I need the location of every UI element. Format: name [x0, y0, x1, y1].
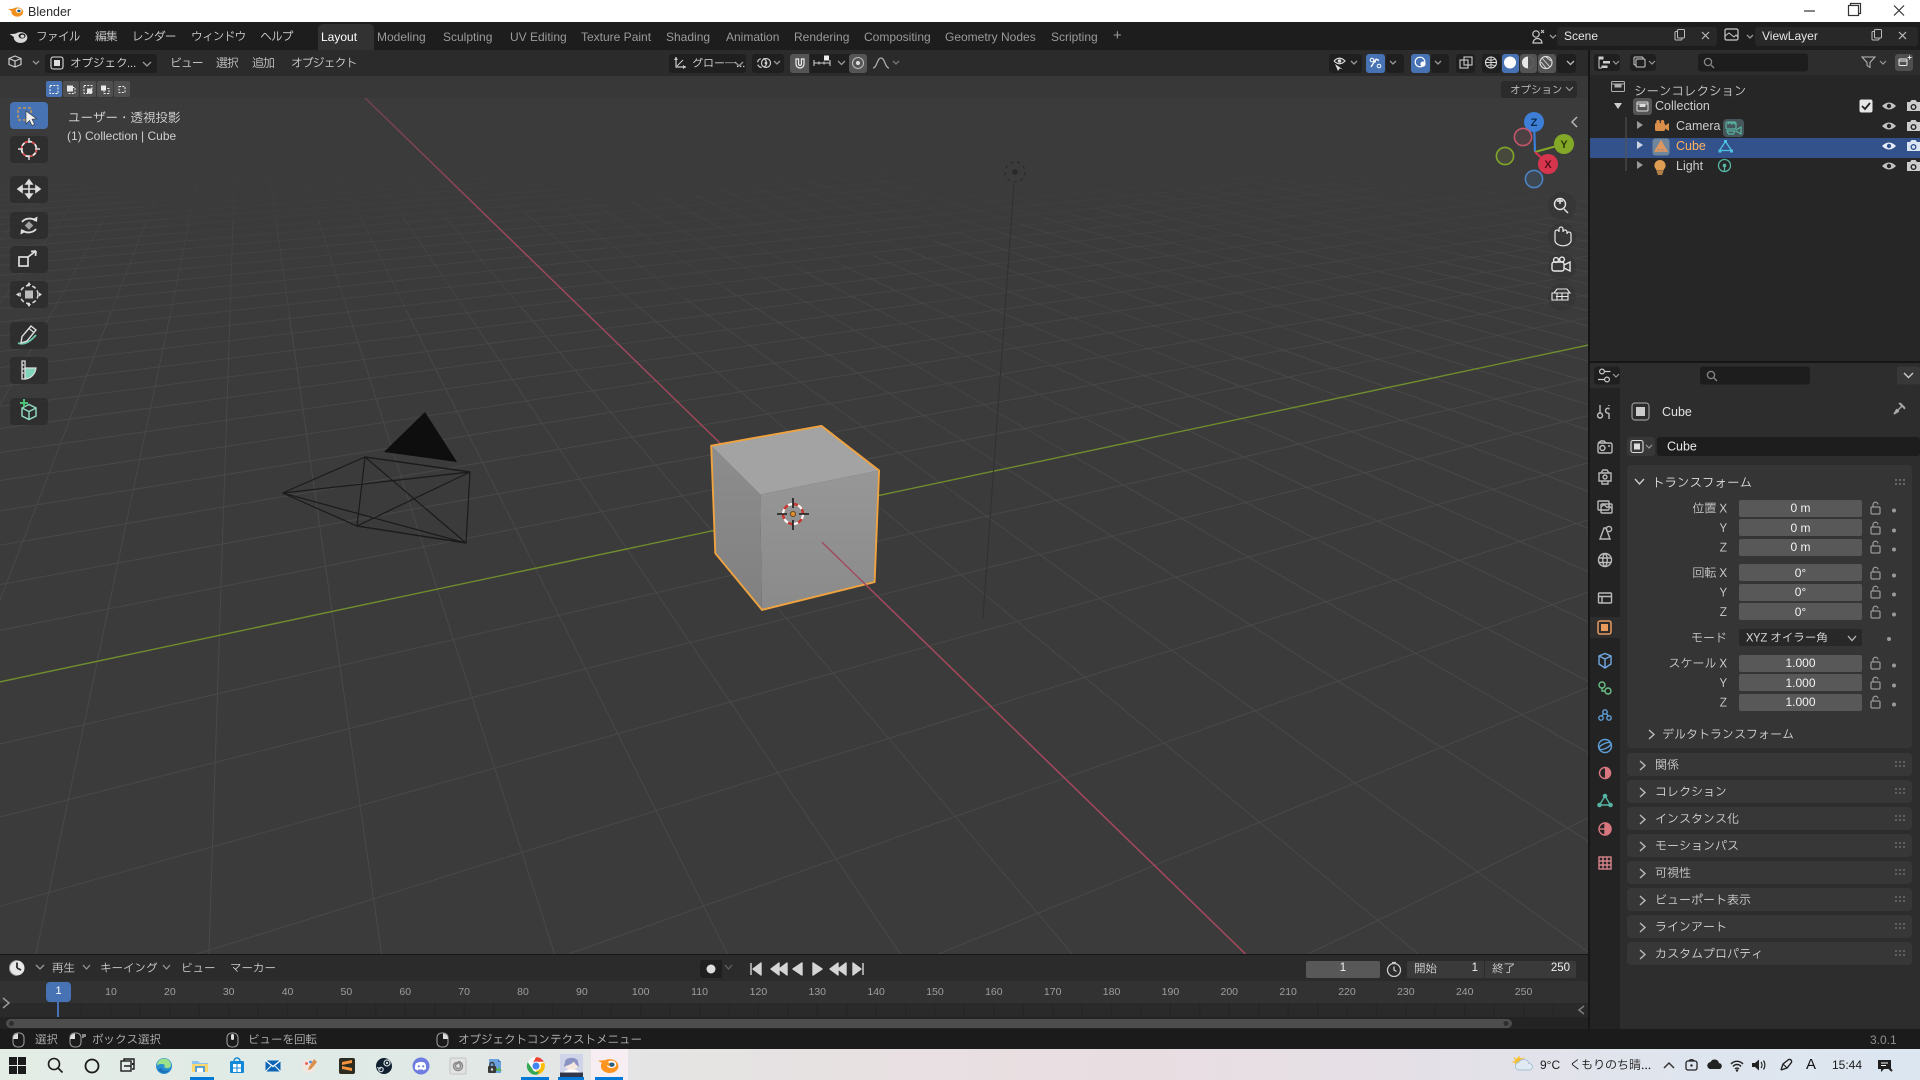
svg-text:Light: Light [1676, 159, 1704, 173]
svg-text:Cube: Cube [1667, 440, 1697, 454]
svg-text:Cube: Cube [1662, 405, 1692, 419]
svg-text:Y: Y [1560, 139, 1568, 151]
svg-text:Camera: Camera [1676, 119, 1721, 133]
svg-text:X: X [1544, 159, 1552, 171]
svg-text:Collection: Collection [1655, 99, 1710, 113]
svg-text:Z: Z [1531, 117, 1538, 129]
svg-text:Cube: Cube [1676, 139, 1706, 153]
